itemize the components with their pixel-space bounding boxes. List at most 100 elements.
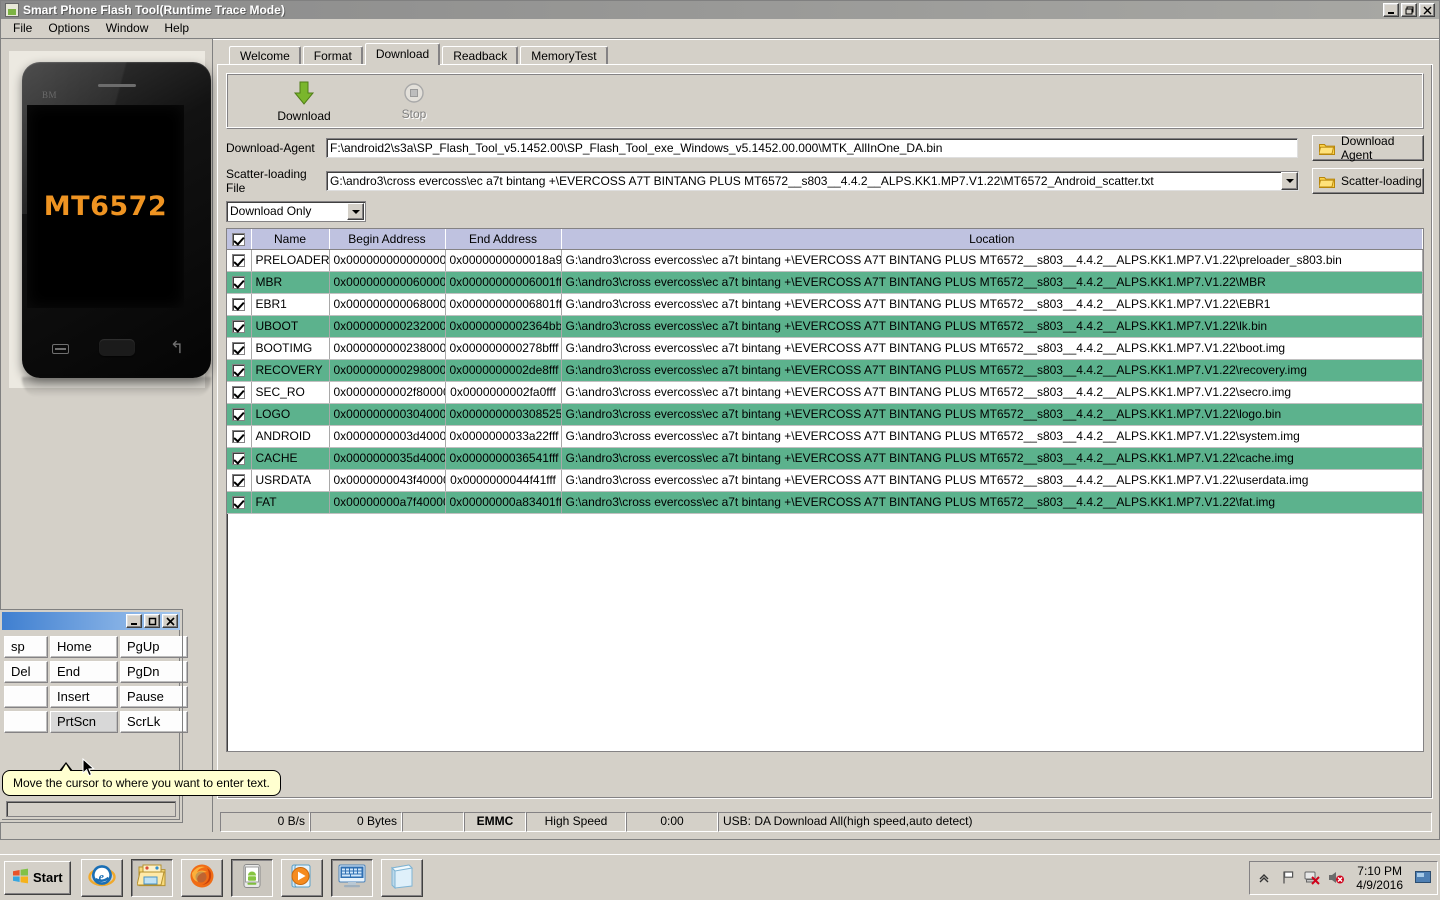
table-row[interactable]: UBOOT 0x0000000002320000 0x0000000002364bb… bbox=[227, 315, 1423, 338]
row-checkbox-cell[interactable] bbox=[227, 447, 252, 470]
osk-close-button[interactable] bbox=[162, 614, 178, 628]
header-end-address[interactable]: End Address bbox=[445, 229, 562, 250]
row-checkbox-cell[interactable] bbox=[227, 469, 252, 492]
tab-readback[interactable]: Readback bbox=[442, 46, 519, 65]
osk-key-pgup[interactable]: PgUp bbox=[120, 636, 188, 658]
row-checkbox-cell[interactable] bbox=[227, 249, 252, 272]
row-checkbox-cell[interactable] bbox=[227, 271, 252, 294]
header-begin-address[interactable]: Begin Address bbox=[329, 229, 446, 250]
header-name[interactable]: Name bbox=[251, 229, 330, 250]
table-row[interactable]: LOGO 0x0000000003040000 0x000000000308525b… bbox=[227, 403, 1423, 426]
osk-key-insert[interactable]: Insert bbox=[50, 686, 118, 708]
start-button[interactable]: Start bbox=[4, 860, 71, 895]
window-titlebar[interactable]: Smart Phone Flash Tool(Runtime Trace Mod… bbox=[1, 1, 1439, 19]
download-mode-select[interactable]: Download Only bbox=[226, 201, 366, 222]
menu-file[interactable]: File bbox=[5, 19, 40, 37]
row-checkbox[interactable] bbox=[232, 320, 246, 334]
menu-options[interactable]: Options bbox=[40, 19, 97, 37]
taskbar-item-file-explorer[interactable] bbox=[130, 858, 173, 897]
close-button[interactable] bbox=[1419, 3, 1435, 17]
stop-button[interactable]: Stop bbox=[359, 82, 469, 121]
row-checkbox-cell[interactable] bbox=[227, 315, 252, 338]
taskbar-item-on-screen-keyboard[interactable] bbox=[330, 858, 373, 897]
osk-key-sp[interactable]: sp bbox=[4, 636, 48, 658]
scatter-loading-input[interactable]: G:\andro3\cross evercoss\ec a7t bintang … bbox=[326, 171, 1299, 191]
row-checkbox[interactable] bbox=[232, 452, 246, 466]
row-checkbox-cell[interactable] bbox=[227, 381, 252, 404]
show-desktop-icon[interactable] bbox=[1415, 870, 1431, 886]
action-center-flag-icon[interactable] bbox=[1280, 870, 1296, 886]
clock[interactable]: 7:10 PM 4/9/2016 bbox=[1356, 864, 1403, 892]
scatter-dropdown-arrow[interactable] bbox=[1281, 172, 1298, 190]
show-hidden-icons-icon[interactable] bbox=[1256, 870, 1272, 886]
table-row[interactable]: PRELOADER 0x0000000000000000 0x00000000000… bbox=[227, 249, 1423, 272]
media-player-icon bbox=[288, 863, 316, 892]
row-checkbox[interactable] bbox=[232, 474, 246, 488]
row-checkbox[interactable] bbox=[232, 408, 246, 422]
row-checkbox-cell[interactable] bbox=[227, 337, 252, 360]
tab-memorytest[interactable]: MemoryTest bbox=[520, 46, 608, 65]
row-checkbox[interactable] bbox=[232, 364, 246, 378]
osk-titlebar[interactable] bbox=[2, 612, 180, 630]
taskbar-item-media-player[interactable] bbox=[280, 858, 323, 897]
row-checkbox[interactable] bbox=[232, 430, 246, 444]
select-all-checkbox[interactable] bbox=[232, 232, 246, 246]
taskbar-item-internet-explorer[interactable]: e bbox=[80, 858, 123, 897]
osk-key-home[interactable]: Home bbox=[50, 636, 118, 658]
table-row[interactable]: EBR1 0x0000000000680000 0x00000000006801ff… bbox=[227, 293, 1423, 316]
row-checkbox[interactable] bbox=[232, 342, 246, 356]
osk-key-del[interactable]: Del bbox=[4, 661, 48, 683]
row-checkbox[interactable] bbox=[232, 386, 246, 400]
scatter-loading-combo[interactable]: G:\andro3\cross evercoss\ec a7t bintang … bbox=[326, 171, 1299, 191]
tab-download[interactable]: Download bbox=[364, 43, 441, 65]
row-checkbox-cell[interactable] bbox=[227, 403, 252, 426]
osk-maximize-button[interactable] bbox=[144, 614, 160, 628]
table-row[interactable]: BOOTIMG 0x0000000002380000 0x000000000278b… bbox=[227, 337, 1423, 360]
osk-minimize-button[interactable] bbox=[126, 614, 142, 628]
menu-window[interactable]: Window bbox=[98, 19, 157, 37]
osk-key-blank[interactable] bbox=[4, 686, 48, 708]
taskbar-item-android-tool[interactable] bbox=[230, 858, 273, 897]
row-checkbox[interactable] bbox=[232, 254, 246, 268]
taskbar-item-notepad[interactable] bbox=[380, 858, 423, 897]
tab-format[interactable]: Format bbox=[302, 46, 363, 65]
location-cell: G:\andro3\cross evercoss\ec a7t bintang … bbox=[561, 425, 1423, 448]
tab-welcome[interactable]: Welcome bbox=[229, 46, 301, 65]
minimize-button[interactable] bbox=[1383, 3, 1399, 17]
osk-key-prtscn[interactable]: PrtScn bbox=[50, 711, 118, 733]
select-all-header[interactable] bbox=[227, 229, 252, 250]
restore-button[interactable] bbox=[1401, 3, 1417, 17]
table-row[interactable]: MBR 0x0000000000600000 0x00000000006001ff G… bbox=[227, 271, 1423, 294]
table-row[interactable]: SEC_RO 0x0000000002f80000 0x0000000002fa0f… bbox=[227, 381, 1423, 404]
download-agent-input[interactable]: F:\android2\s3a\SP_Flash_Tool_v5.1452.00… bbox=[326, 138, 1298, 158]
menu-help[interactable]: Help bbox=[156, 19, 197, 37]
osk-key-scrlk[interactable]: ScrLk bbox=[120, 711, 188, 733]
taskbar-item-firefox[interactable] bbox=[180, 858, 223, 897]
header-location[interactable]: Location bbox=[561, 229, 1423, 250]
clock-time: 7:10 PM bbox=[1357, 863, 1402, 878]
row-checkbox[interactable] bbox=[232, 276, 246, 290]
row-checkbox[interactable] bbox=[232, 298, 246, 312]
partition-table-container[interactable]: Name Begin Address End Address Location … bbox=[226, 228, 1424, 752]
row-checkbox-cell[interactable] bbox=[227, 491, 252, 514]
table-row[interactable]: RECOVERY 0x0000000002980000 0x0000000002de… bbox=[227, 359, 1423, 382]
table-row[interactable]: FAT 0x00000000a7f40000 0x00000000a83401ff G… bbox=[227, 491, 1423, 514]
row-checkbox-cell[interactable] bbox=[227, 293, 252, 316]
download-button[interactable]: Download bbox=[249, 80, 359, 123]
scatter-loading-browse-button[interactable]: Scatter-loading bbox=[1312, 168, 1424, 194]
volume-muted-icon[interactable] bbox=[1328, 870, 1345, 886]
row-checkbox[interactable] bbox=[232, 496, 246, 510]
table-row[interactable]: CACHE 0x0000000035d40000 0x0000000036541ff… bbox=[227, 447, 1423, 470]
table-row[interactable]: USRDATA 0x0000000043f40000 0x0000000044f41… bbox=[227, 469, 1423, 492]
osk-key-pgdn[interactable]: PgDn bbox=[120, 661, 188, 683]
begin-address-cell: 0x0000000002f80000 bbox=[329, 381, 446, 404]
row-checkbox-cell[interactable] bbox=[227, 425, 252, 448]
row-checkbox-cell[interactable] bbox=[227, 359, 252, 382]
download-mode-dropdown-arrow[interactable] bbox=[347, 203, 364, 220]
table-row[interactable]: ANDROID 0x0000000003d40000 0x0000000033a22… bbox=[227, 425, 1423, 448]
osk-key-blank[interactable] bbox=[4, 711, 48, 733]
download-agent-browse-button[interactable]: Download Agent bbox=[1312, 134, 1424, 162]
osk-key-end[interactable]: End bbox=[50, 661, 118, 683]
network-disconnected-icon[interactable] bbox=[1304, 870, 1320, 886]
osk-key-pause[interactable]: Pause bbox=[120, 686, 188, 708]
